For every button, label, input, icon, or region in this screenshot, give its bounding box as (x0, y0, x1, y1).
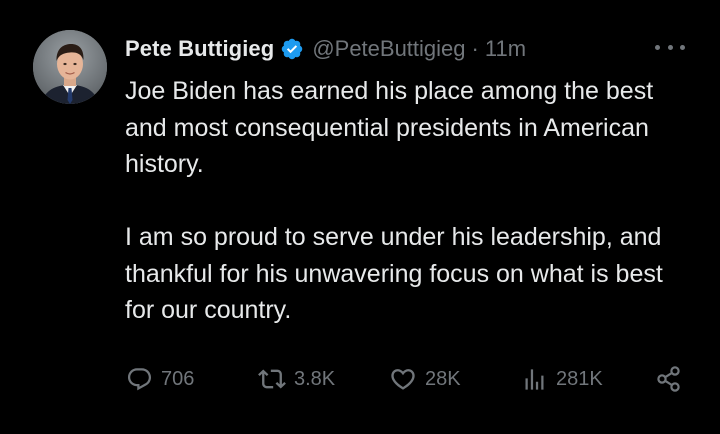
views-count: 281K (556, 367, 603, 390)
timestamp[interactable]: 11m (485, 36, 526, 62)
like-button[interactable]: 28K (389, 361, 461, 397)
tweet[interactable]: Pete Buttigieg @PeteButtigieg · 11m Joe … (0, 0, 720, 434)
tweet-paragraph: I am so proud to serve under his leaders… (125, 223, 663, 324)
tweet-paragraph: Joe Biden has earned his place among the… (125, 77, 654, 178)
reply-count: 706 (161, 367, 195, 390)
action-bar: 706 3.8K 28K 281K (0, 361, 720, 397)
repost-count: 3.8K (294, 367, 336, 390)
verified-badge-icon[interactable] (280, 37, 304, 61)
tweet-text: Joe Biden has earned his place among the… (125, 73, 695, 329)
reply-button[interactable]: 706 (126, 361, 194, 397)
repost-icon (258, 365, 286, 393)
views-button[interactable]: 281K (521, 361, 603, 397)
tweet-header: Pete Buttigieg @PeteButtigieg · 11m (125, 34, 526, 64)
reply-icon (126, 366, 153, 393)
more-icon[interactable] (655, 36, 685, 58)
author-handle[interactable]: @PeteButtigieg (312, 36, 465, 62)
avatar[interactable] (33, 30, 107, 104)
separator-dot: · (471, 36, 479, 61)
views-icon (521, 366, 548, 393)
share-button[interactable] (654, 361, 684, 397)
more-dot (680, 44, 685, 50)
more-dot (667, 44, 673, 50)
like-icon (389, 365, 417, 393)
share-icon (654, 364, 684, 394)
more-dot (655, 44, 660, 50)
repost-button[interactable]: 3.8K (258, 361, 335, 397)
like-count: 28K (425, 367, 461, 390)
display-name[interactable]: Pete Buttigieg (125, 36, 274, 62)
